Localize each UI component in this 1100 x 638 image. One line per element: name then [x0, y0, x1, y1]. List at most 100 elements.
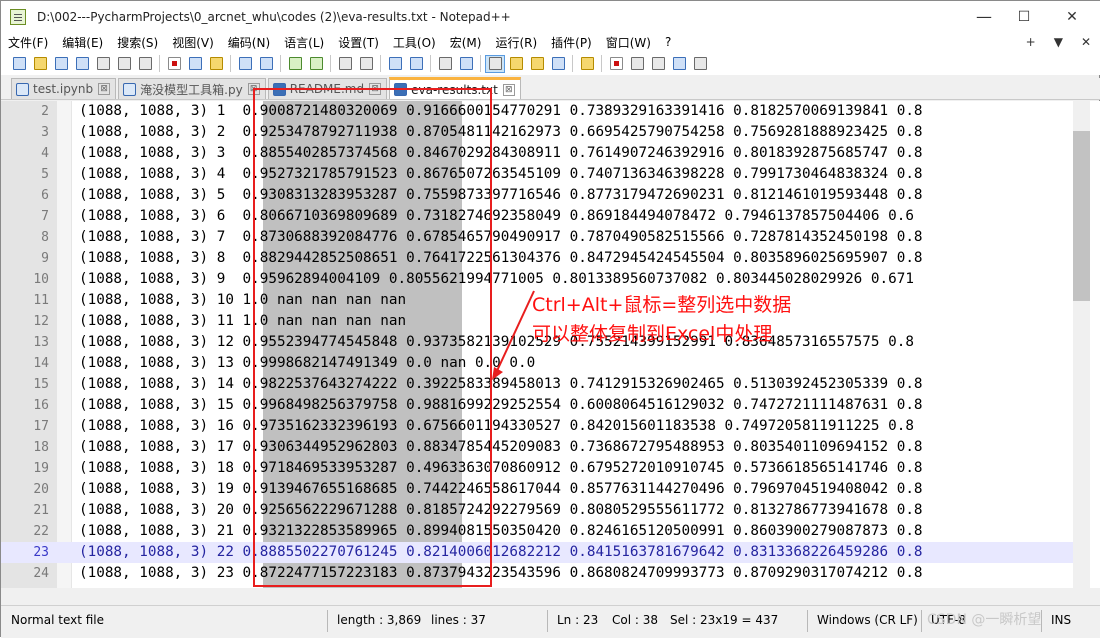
zoom-out-icon[interactable] [356, 55, 376, 73]
text-line[interactable]: 16 (1088, 1088, 3) 15 0.9968498256379758 … [1, 395, 1073, 416]
close-icon[interactable] [93, 55, 113, 73]
menu-item[interactable]: 视图(V) [165, 34, 221, 51]
play-macro-icon[interactable] [648, 55, 668, 73]
text-line[interactable]: 17 (1088, 1088, 3) 16 0.9735162332396193 … [1, 416, 1073, 437]
line-text[interactable]: (1088, 1088, 3) 23 0.8722477157223183 0.… [79, 563, 923, 584]
undo-icon[interactable] [235, 55, 255, 73]
line-text[interactable]: (1088, 1088, 3) 5 0.9308313283953287 0.7… [79, 185, 923, 206]
text-line[interactable]: 4 (1088, 1088, 3) 3 0.8855402857374568 0.… [1, 143, 1073, 164]
redo-icon[interactable] [256, 55, 276, 73]
zoom-in-icon[interactable] [335, 55, 355, 73]
close-button[interactable]: ✕ [1049, 1, 1095, 32]
line-number: 22 [33, 524, 49, 539]
function-list-icon[interactable] [527, 55, 547, 73]
save-macro-icon[interactable] [690, 55, 710, 73]
text-line[interactable]: 20 (1088, 1088, 3) 19 0.9139467655168685 … [1, 479, 1073, 500]
new-file-icon[interactable] [9, 55, 29, 73]
line-text[interactable]: (1088, 1088, 3) 16 0.9735162332396193 0.… [79, 416, 914, 437]
menu-item[interactable]: 编码(N) [221, 34, 277, 51]
line-text[interactable]: (1088, 1088, 3) 2 0.9253478792711938 0.8… [79, 122, 923, 143]
run-macro-multiple-icon[interactable] [669, 55, 689, 73]
line-text[interactable]: (1088, 1088, 3) 21 0.9321322853589965 0.… [79, 521, 923, 542]
show-all-chars-icon[interactable] [456, 55, 476, 73]
menu-item[interactable]: 语言(L) [277, 34, 331, 51]
menu-item[interactable]: 工具(O) [386, 34, 443, 51]
text-line[interactable]: 6 (1088, 1088, 3) 5 0.9308313283953287 0.… [1, 185, 1073, 206]
text-line[interactable]: 23 (1088, 1088, 3) 22 0.8885502270761245 … [1, 542, 1073, 563]
line-text[interactable]: (1088, 1088, 3) 6 0.8066710369809689 0.7… [79, 206, 914, 227]
annotation-text-1: Ctrl+Alt+鼠标=整列选中数据 [532, 294, 792, 316]
text-line[interactable]: 21 (1088, 1088, 3) 20 0.9256562229671288 … [1, 500, 1073, 521]
copy-icon[interactable] [185, 55, 205, 73]
menu-item[interactable]: 编辑(E) [55, 34, 110, 51]
line-text[interactable]: (1088, 1088, 3) 19 0.9139467655168685 0.… [79, 479, 923, 500]
print-icon[interactable] [135, 55, 155, 73]
menu-item[interactable]: 窗口(W) [599, 34, 658, 51]
find-icon[interactable] [285, 55, 305, 73]
annotation-arrow-icon [492, 290, 535, 380]
title-bar[interactable]: D:\002---PycharmProjects\0_arcnet_whu\co… [1, 1, 1100, 32]
replace-icon[interactable] [306, 55, 326, 73]
text-line[interactable]: 24 (1088, 1088, 3) 23 0.8722477157223183 … [1, 563, 1073, 584]
sync-h-icon[interactable] [406, 55, 426, 73]
text-line[interactable]: 9 (1088, 1088, 3) 8 0.8829442852508651 0.… [1, 248, 1073, 269]
close-tab-icon[interactable]: ✕ [1081, 35, 1091, 49]
cut-icon[interactable] [164, 55, 184, 73]
text-line[interactable]: 5 (1088, 1088, 3) 4 0.9527321785791523 0.… [1, 164, 1073, 185]
record-macro-icon[interactable] [606, 55, 626, 73]
horizontal-scrollbar[interactable] [1, 588, 1100, 605]
open-file-icon[interactable] [30, 55, 50, 73]
menu-item[interactable]: ? [658, 35, 678, 49]
tab-close-icon[interactable]: ⊠ [98, 83, 111, 95]
tab-1[interactable]: test.ipynb ⊠ [11, 78, 117, 99]
status-ins[interactable]: INS [1051, 613, 1071, 627]
line-text[interactable]: (1088, 1088, 3) 4 0.9527321785791523 0.8… [79, 164, 923, 185]
line-text[interactable]: (1088, 1088, 3) 17 0.9306344952962803 0.… [79, 437, 923, 458]
line-text[interactable]: (1088, 1088, 3) 22 0.8885502270761245 0.… [79, 542, 923, 563]
menu-item[interactable]: 文件(F) [1, 34, 55, 51]
doc-map-icon[interactable] [506, 55, 526, 73]
line-text[interactable]: (1088, 1088, 3) 15 0.9968498256379758 0.… [79, 395, 923, 416]
text-line[interactable]: 8 (1088, 1088, 3) 7 0.8730688392084776 0.… [1, 227, 1073, 248]
line-number: 21 [33, 503, 49, 518]
save-icon[interactable] [51, 55, 71, 73]
menu-item[interactable]: 插件(P) [544, 34, 599, 51]
line-text[interactable]: (1088, 1088, 3) 3 0.8855402857374568 0.8… [79, 143, 923, 164]
toolbar-separator [572, 55, 573, 72]
line-text[interactable]: (1088, 1088, 3) 7 0.8730688392084776 0.6… [79, 227, 923, 248]
paste-icon[interactable] [206, 55, 226, 73]
sync-v-icon[interactable] [385, 55, 405, 73]
close-all-icon[interactable] [114, 55, 134, 73]
line-text[interactable]: (1088, 1088, 3) 20 0.9256562229671288 0.… [79, 500, 923, 521]
stop-macro-icon[interactable] [627, 55, 647, 73]
text-line[interactable]: 7 (1088, 1088, 3) 6 0.8066710369809689 0.… [1, 206, 1073, 227]
menu-item[interactable]: 宏(M) [443, 34, 489, 51]
text-line[interactable]: 19 (1088, 1088, 3) 18 0.9718469533953287 … [1, 458, 1073, 479]
text-line[interactable]: 3 (1088, 1088, 3) 2 0.9253478792711938 0.… [1, 122, 1073, 143]
line-text[interactable]: (1088, 1088, 3) 8 0.8829442852508651 0.7… [79, 248, 923, 269]
menu-item[interactable]: 运行(R) [488, 34, 544, 51]
line-text[interactable]: (1088, 1088, 3) 1 0.9008721480320069 0.9… [79, 101, 923, 122]
menu-item[interactable]: 搜索(S) [110, 34, 165, 51]
tab-close-icon[interactable]: ⊠ [502, 83, 515, 96]
tab-list-icon[interactable]: ▼ [1054, 35, 1063, 49]
word-wrap-icon[interactable] [435, 55, 455, 73]
monitoring-icon[interactable] [577, 55, 597, 73]
line-number: 3 [41, 125, 49, 140]
file-save-state-icon [123, 82, 137, 96]
save-all-icon[interactable] [72, 55, 92, 73]
status-eol[interactable]: Windows (CR LF) [817, 613, 918, 627]
text-line[interactable]: 18 (1088, 1088, 3) 17 0.9306344952962803 … [1, 437, 1073, 458]
vertical-scrollbar-thumb[interactable] [1073, 131, 1090, 301]
menu-item[interactable]: 设置(T) [331, 34, 386, 51]
line-text[interactable]: (1088, 1088, 3) 18 0.9718469533953287 0.… [79, 458, 923, 479]
tab-2[interactable]: 淹没模型工具箱.py ⊠ [118, 78, 266, 99]
text-line[interactable]: 22 (1088, 1088, 3) 21 0.9321322853589965 … [1, 521, 1073, 542]
new-tab-icon[interactable]: + [1026, 35, 1036, 49]
text-line[interactable]: 2 (1088, 1088, 3) 1 0.9008721480320069 0.… [1, 101, 1073, 122]
status-col: Col : 38 [612, 613, 658, 627]
indent-guide-icon[interactable] [485, 54, 505, 73]
maximize-button[interactable]: ☐ [1001, 1, 1047, 32]
folder-workspace-icon[interactable] [548, 55, 568, 73]
watermark: CSDN @一瞬析望 [927, 612, 1042, 628]
